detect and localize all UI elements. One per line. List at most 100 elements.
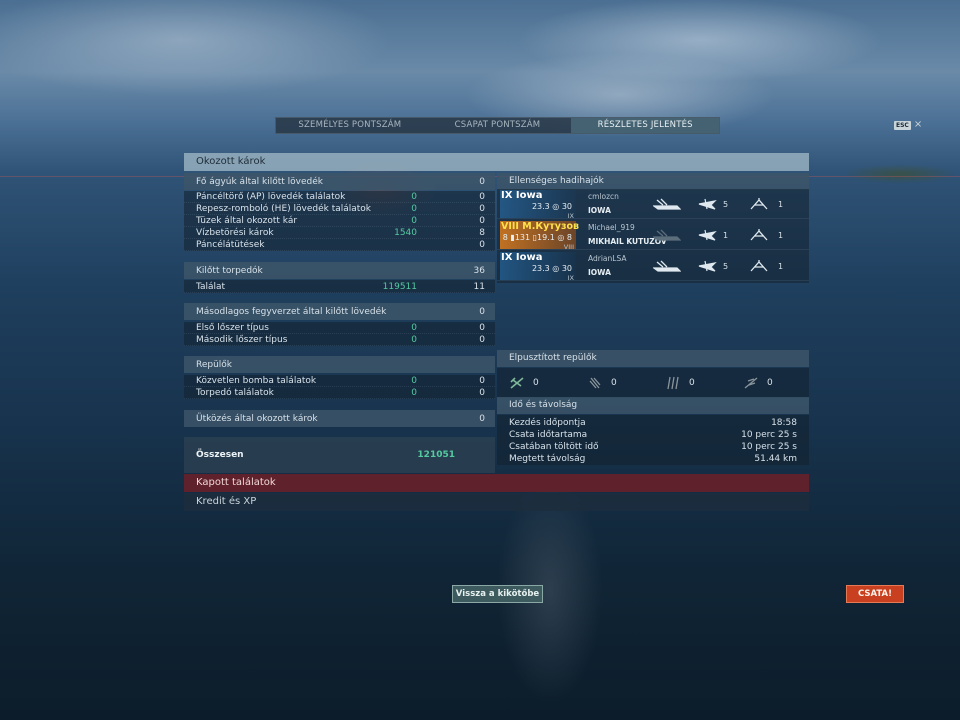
info-label: Csatában töltött idő — [509, 442, 599, 452]
plane-type-fighter: 0 — [497, 376, 575, 390]
ramming-section-header: Ütközés által okozott károk 0 — [184, 410, 495, 427]
row-label: Torpedó találatok — [196, 388, 274, 398]
aircraft-rows: Közvetlen bomba találatok 0 0 Torpedó talá… — [184, 375, 495, 399]
ship-name: IX Iowa — [501, 190, 543, 201]
torpedo-bomber-icon — [667, 376, 679, 390]
row-damage: 0 — [411, 192, 417, 202]
aircraft-section-header: Repülők — [184, 356, 495, 373]
plane-type-bomber: 0 — [575, 376, 653, 390]
section-title: Másodlagos fegyverzet által kilőtt löved… — [196, 306, 387, 317]
torpedoes-section-header: Kilőtt torpedók 36 — [184, 262, 495, 279]
ribbon-count: 1 — [778, 262, 784, 271]
info-value: 10 perc 25 s — [741, 442, 797, 452]
section-title: Fő ágyúk által kilőtt lövedék — [196, 176, 323, 187]
tab-team-score[interactable]: CSAPAT PONTSZÁM — [424, 118, 572, 133]
secondary-section-header: Másodlagos fegyverzet által kilőtt löved… — [184, 303, 495, 320]
tab-personal-score[interactable]: SZEMÉLYES PONTSZÁM — [276, 118, 424, 133]
ship-stats: 8 ▮131 ▯19.1 ◎ 8 — [502, 233, 572, 242]
player-name: cmlozcn — [588, 192, 619, 201]
enemy-ship-row[interactable]: IX Iowa 23.3 ◎ 30 IX AdrianLSA IOWA 5 1 — [497, 251, 809, 282]
enemy-ship-row[interactable]: VIII M.Кутузов 8 ▮131 ▯19.1 ◎ 8 VIII Mic… — [497, 220, 809, 251]
section-value: 0 — [479, 306, 485, 317]
row-damage: 0 — [411, 204, 417, 214]
row-label: Repesz-romboló (HE) lövedék találatok — [196, 204, 372, 214]
damage-dealt-header[interactable]: Okozott károk — [184, 153, 809, 171]
info-row: Csata időtartama 10 perc 25 s — [497, 429, 809, 441]
plane-kill-icon — [698, 198, 717, 210]
table-row: Második lőszer típus 0 0 — [184, 334, 495, 346]
table-row: Torpedó találatok 0 0 — [184, 387, 495, 399]
return-to-port-button[interactable]: Vissza a kikötőbe — [452, 585, 543, 603]
row-damage: 0 — [411, 216, 417, 226]
kill-count: 5 — [723, 262, 729, 271]
info-row: Kezdés időpontja 18:58 — [497, 417, 809, 429]
ship-tier: IX — [567, 212, 574, 220]
info-label: Csata időtartama — [509, 430, 588, 440]
kill-count: 5 — [723, 200, 729, 209]
info-label: Kezdés időpontja — [509, 418, 586, 428]
info-value: 10 perc 25 s — [741, 430, 797, 440]
player-name: Michael_919 — [588, 223, 635, 232]
total-label: Összesen — [196, 450, 244, 460]
spotter-icon — [744, 377, 758, 389]
info-value: 18:58 — [771, 418, 797, 428]
row-count: 0 — [479, 192, 485, 202]
total-damage-row: Összesen 121051 — [184, 437, 495, 473]
enemy-ship-row[interactable]: IX Iowa 23.3 ◎ 30 IX cmlozcn IOWA 5 1 — [497, 189, 809, 220]
ribbon-count: 1 — [778, 200, 784, 209]
time-distance-rows: Kezdés időpontja 18:58 Csata időtartama 10… — [497, 415, 809, 465]
plane-count: 0 — [767, 378, 773, 388]
row-label: Vízbetörési károk — [196, 228, 274, 238]
info-label: Megtett távolság — [509, 454, 586, 464]
section-title: Repülők — [196, 359, 233, 370]
row-label: Tüzek által okozott kár — [196, 216, 298, 226]
enemy-ships-list: IX Iowa 23.3 ◎ 30 IX cmlozcn IOWA 5 1 VI… — [497, 189, 809, 283]
row-label: Második lőszer típus — [196, 335, 288, 345]
table-row: Tüzek által okozott kár 0 0 — [184, 215, 495, 227]
plane-count: 0 — [533, 378, 539, 388]
ship-card: VIII M.Кутузов 8 ▮131 ▯19.1 ◎ 8 VIII — [500, 221, 579, 251]
torpedoes-rows: Találat 119511 11 — [184, 280, 495, 293]
row-damage: 0 — [411, 335, 417, 345]
main-guns-rows: Páncéltörő (AP) lövedék találatok 0 0 Repe… — [184, 191, 495, 251]
ribbon-icon — [750, 260, 768, 272]
secondary-rows: Első lőszer típus 0 0 Második lőszer típus… — [184, 322, 495, 346]
table-row: Közvetlen bomba találatok 0 0 — [184, 375, 495, 387]
credits-xp-section[interactable]: Kredit és XP — [184, 493, 809, 511]
planes-destroyed-row: 0 0 0 0 — [497, 368, 809, 398]
close-icon: × — [913, 119, 923, 130]
bomber-icon — [589, 377, 601, 389]
table-row: Páncélátütések 0 — [184, 239, 495, 251]
section-value: 36 — [473, 265, 485, 276]
background-island — [820, 158, 960, 186]
ship-card: IX Iowa 23.3 ◎ 30 IX — [500, 252, 576, 282]
row-label: Első lőszer típus — [196, 323, 269, 333]
row-damage: 0 — [411, 388, 417, 398]
row-count: 0 — [479, 204, 485, 214]
row-damage: 119511 — [382, 282, 417, 292]
row-label: Páncéltörő (AP) lövedék találatok — [196, 192, 346, 202]
section-value: 0 — [479, 413, 485, 424]
main-guns-section-header: Fő ágyúk által kilőtt lövedék 0 — [184, 173, 495, 190]
total-value: 121051 — [417, 450, 455, 460]
plane-type-spotter: 0 — [731, 376, 809, 390]
planes-destroyed-header: Elpusztított repülők — [497, 350, 809, 367]
tab-detailed-report[interactable]: RÉSZLETES JELENTÉS — [571, 118, 720, 133]
table-row: Vízbetörési károk 1540 8 — [184, 227, 495, 239]
table-row: Repesz-romboló (HE) lövedék találatok 0 0 — [184, 203, 495, 215]
report-tabs: SZEMÉLYES PONTSZÁM CSAPAT PONTSZÁM RÉSZL… — [275, 117, 720, 134]
row-damage: 0 — [411, 323, 417, 333]
ship-tier: IX — [567, 274, 574, 282]
ship-stats: 23.3 ◎ 30 — [531, 264, 572, 273]
kill-count: 1 — [723, 231, 729, 240]
row-damage: 1540 — [394, 228, 417, 238]
ship-name: IX Iowa — [501, 252, 543, 263]
player-name: AdrianLSA — [588, 254, 627, 263]
ship-card: IX Iowa 23.3 ◎ 30 IX — [500, 190, 576, 220]
row-label: Közvetlen bomba találatok — [196, 376, 317, 386]
close-button[interactable]: ESC × — [894, 120, 922, 130]
hits-received-section[interactable]: Kapott találatok — [184, 474, 809, 492]
ribbon-count: 1 — [778, 231, 784, 240]
info-value: 51.44 km — [754, 454, 797, 464]
battle-button[interactable]: CSATA! — [846, 585, 904, 603]
